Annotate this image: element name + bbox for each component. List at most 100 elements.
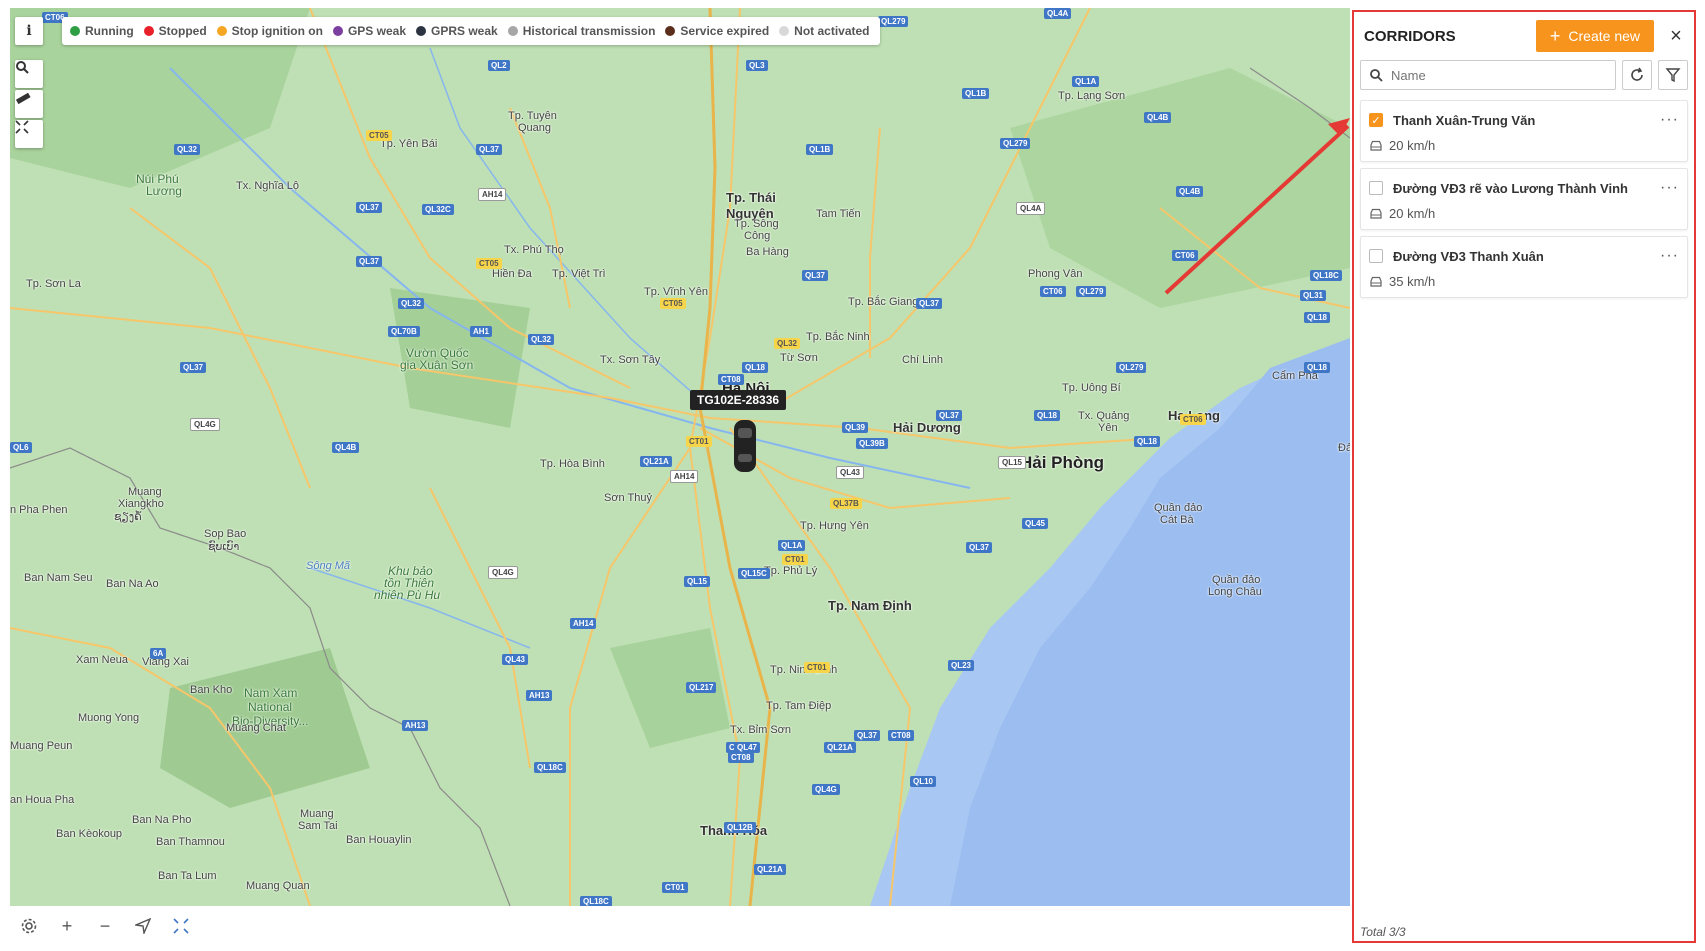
fit-bounds-button[interactable] xyxy=(170,915,192,937)
place-label: Tp. Lạng Sơn xyxy=(1058,90,1126,102)
locate-button[interactable] xyxy=(132,915,154,937)
collapse-icon xyxy=(15,120,29,134)
place-label: Tx. Sơn Tây xyxy=(600,354,661,366)
road-shield: CT05 xyxy=(476,258,502,269)
road-shield: QL47 xyxy=(734,742,761,753)
road-shield: QL217 xyxy=(686,682,717,693)
road-shield: QL279 xyxy=(1076,286,1107,297)
road-shield: QL18 xyxy=(742,362,769,373)
road-shield: QL21A xyxy=(824,742,856,753)
car-icon xyxy=(1370,276,1382,287)
road-shield: QL37 xyxy=(180,362,207,373)
legend-label: Running xyxy=(85,24,134,38)
corridor-checkbox[interactable] xyxy=(1369,249,1383,263)
legend-label: Stopped xyxy=(158,24,207,38)
place-label: Quang xyxy=(518,122,552,134)
place-label: Yên xyxy=(1098,422,1118,434)
road-shield: QL32 xyxy=(528,334,555,345)
road-shield: QL21A xyxy=(640,456,672,467)
place-label: Nam Xam xyxy=(244,686,298,700)
road-shield: CT06 xyxy=(1180,414,1206,425)
legend-item: Running xyxy=(70,24,134,38)
road-shield: CT01 xyxy=(782,554,808,565)
place-label: Sam Tai xyxy=(298,820,338,832)
refresh-button[interactable] xyxy=(1622,60,1652,90)
place-label: Ban Ta Lum xyxy=(158,870,217,882)
navigation-arrow-icon xyxy=(135,918,151,934)
place-label: Từ Sơn xyxy=(780,352,818,364)
corridors-panel: CORRIDORS + Create new × ✓ Thanh Xuân-Tr… xyxy=(1352,10,1696,943)
road-shield: QL4G xyxy=(190,418,220,431)
legend-label: Historical transmission xyxy=(522,24,656,38)
corridor-item[interactable]: Đường VĐ3 rẽ vào Lương Thành Vinh ··· 20… xyxy=(1360,168,1688,230)
place-label: Muang xyxy=(300,808,334,820)
road-shield: QL37 xyxy=(966,542,993,553)
create-new-button[interactable]: + Create new xyxy=(1535,20,1654,52)
place-label: Chí Linh xyxy=(902,354,943,366)
road-shield: QL23 xyxy=(948,660,975,671)
vehicle-label[interactable]: TG102E-28336 xyxy=(690,390,787,410)
road-shield: QL43 xyxy=(836,466,865,479)
place-label: National xyxy=(248,700,293,714)
zoom-out-button[interactable]: − xyxy=(94,915,116,937)
more-options-icon[interactable]: ··· xyxy=(1660,179,1679,197)
gear-icon xyxy=(21,918,37,934)
info-button[interactable]: i xyxy=(15,17,43,45)
fullscreen-button[interactable] xyxy=(15,120,43,148)
place-label: n Pha Phen xyxy=(10,504,68,516)
more-options-icon[interactable]: ··· xyxy=(1660,247,1679,265)
road-shield: QL18 xyxy=(1304,312,1331,323)
place-label: Ban Kèokoup xyxy=(56,828,123,840)
legend-dot xyxy=(507,26,518,36)
road-shield: CT01 xyxy=(804,662,830,673)
legend-dot xyxy=(332,26,343,36)
corridor-item[interactable]: Đường VĐ3 Thanh Xuân ··· 35 km/h xyxy=(1360,236,1688,298)
road-shield: QL37 xyxy=(476,144,503,155)
road-shield: 6A xyxy=(150,648,167,659)
corridor-checkbox[interactable]: ✓ xyxy=(1369,113,1383,127)
corridor-speed: 20 km/h xyxy=(1389,206,1436,221)
search-icon xyxy=(1370,69,1383,82)
close-icon[interactable]: × xyxy=(1668,25,1684,48)
place-label: Quần đảo xyxy=(1212,574,1261,586)
search-map-button[interactable] xyxy=(15,60,43,88)
place-label: Tp. Uông Bí xyxy=(1062,382,1121,394)
place-label: Xam Neua xyxy=(76,654,128,666)
plus-icon: + xyxy=(1549,25,1561,46)
search-icon xyxy=(16,61,29,74)
place-label: Xiangkho xyxy=(118,498,164,510)
place-label: Ba Hàng xyxy=(746,246,789,258)
legend-label: GPRS weak xyxy=(431,24,498,38)
road-shield: QL2 xyxy=(488,60,510,71)
vehicle-status-legend: Running Stopped Stop ignition on GPS wea… xyxy=(62,17,880,45)
zoom-in-button[interactable]: + xyxy=(56,915,78,937)
filter-button[interactable] xyxy=(1658,60,1688,90)
corridor-item[interactable]: ✓ Thanh Xuân-Trung Văn ··· 20 km/h xyxy=(1360,100,1688,162)
road-shield: QL43 xyxy=(502,654,529,665)
road-shield: QL1B xyxy=(806,144,834,155)
road-shield: QL15 xyxy=(684,576,711,587)
legend-dot xyxy=(416,26,426,36)
place-label: Ban Na Ao xyxy=(106,578,159,590)
measure-button[interactable] xyxy=(15,90,43,118)
place-label: Lương xyxy=(146,184,182,198)
place-label: Ban Houaylin xyxy=(346,834,412,846)
vehicle-car-icon[interactable] xyxy=(732,418,758,474)
place-label: Phong Vân xyxy=(1028,268,1083,280)
corridor-checkbox[interactable] xyxy=(1369,181,1383,195)
map-canvas[interactable]: Hà Nội Hải Phòng Hải Dương Hạ Long Tp. T… xyxy=(10,8,1350,906)
road-shield: QL10 xyxy=(910,776,937,787)
corridor-list: ✓ Thanh Xuân-Trung Văn ··· 20 km/h Đường… xyxy=(1354,100,1694,298)
corridor-search-input[interactable] xyxy=(1389,66,1607,84)
road-shield: QL32 xyxy=(398,298,425,309)
road-shield: CT01 xyxy=(686,436,712,447)
road-shield: QL45 xyxy=(1022,518,1049,529)
road-shield: CT08 xyxy=(888,730,914,741)
corridor-speed: 20 km/h xyxy=(1389,138,1436,153)
more-options-icon[interactable]: ··· xyxy=(1660,111,1679,129)
place-label: Tp. Phủ Lý xyxy=(764,565,818,577)
road-shield: CT08 xyxy=(728,752,754,763)
search-row xyxy=(1354,60,1694,90)
settings-button[interactable] xyxy=(18,915,40,937)
road-shield: AH1 xyxy=(470,326,493,337)
